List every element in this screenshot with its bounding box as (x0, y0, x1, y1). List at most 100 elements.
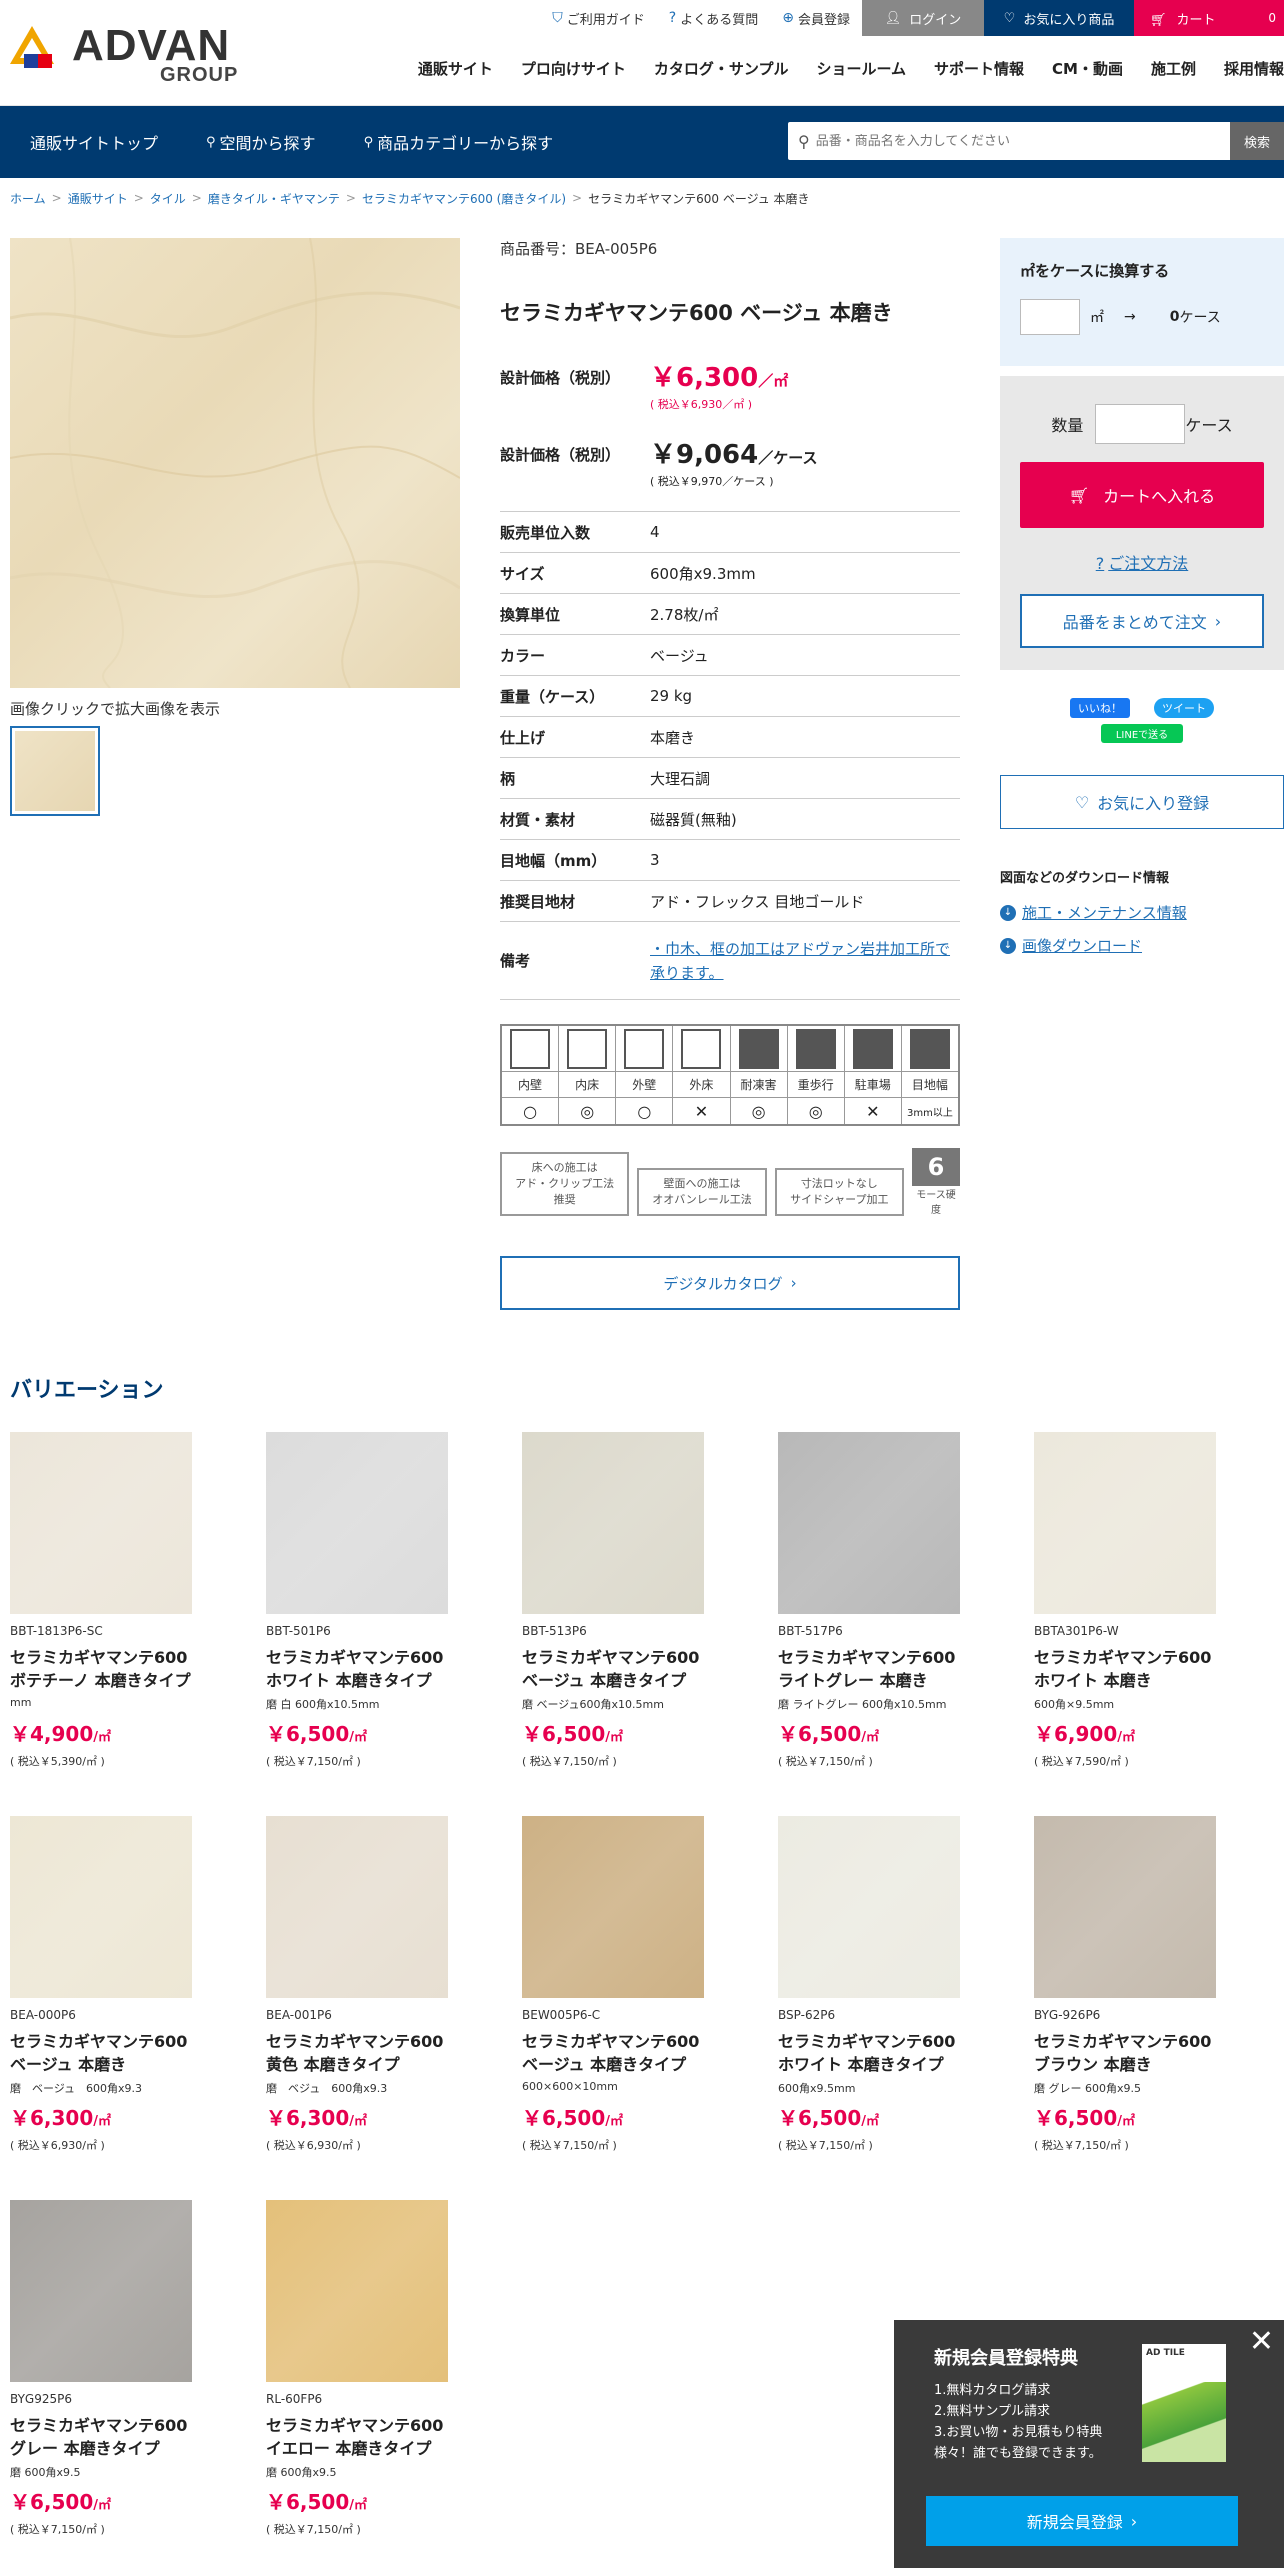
variation-image[interactable] (266, 1816, 448, 1998)
product-info: 商品番号：BEA-005P6 セラミカギヤマンテ600 ベージュ 本磨き 設計価… (500, 238, 960, 1310)
breadcrumb-tile[interactable]: タイル (150, 190, 186, 207)
variation-name[interactable]: セラミカギヤマンテ600 ライトグレー 本磨き (778, 1646, 1018, 1692)
variation-image[interactable] (266, 2200, 448, 2382)
variation-name[interactable]: セラミカギヤマンテ600 ボテチーノ 本磨きタイプ (10, 1646, 250, 1692)
breadcrumb-home[interactable]: ホーム (10, 190, 46, 207)
variation-name[interactable]: セラミカギヤマンテ600 ベージュ 本磨きタイプ (522, 1646, 762, 1692)
nav-item-cases[interactable]: 施工例 (1151, 58, 1196, 79)
variation-card[interactable]: BBT-513P6 セラミカギヤマンテ600 ベージュ 本磨きタイプ磨 ベージュ6… (522, 1432, 762, 1769)
favorites-label: お気に入り商品 (1023, 12, 1115, 28)
nav-item-cm[interactable]: CM・動画 (1052, 58, 1123, 79)
variation-card[interactable]: BBT-517P6 セラミカギヤマンテ600 ライトグレー 本磨き磨 ライトグレー… (778, 1432, 1018, 1769)
variation-image[interactable] (522, 1432, 704, 1614)
variation-name[interactable]: セラミカギヤマンテ600 ベージュ 本磨きタイプ (522, 2030, 762, 2076)
variation-name[interactable]: セラミカギヤマンテ600 黄色 本磨きタイプ (266, 2030, 506, 2076)
variation-image[interactable] (778, 1816, 960, 1998)
guide-link[interactable]: ⛉ ご利用ガイド (540, 0, 657, 36)
variation-name[interactable]: セラミカギヤマンテ600 ブラウン 本磨き (1034, 2030, 1274, 2076)
processing-link[interactable]: ・巾木、框の加工はアドヴァン岩井加工所で承ります。 (650, 940, 950, 982)
variation-card[interactable]: BSP-62P6 セラミカギヤマンテ600 ホワイト 本磨きタイプ 600角x9.5… (778, 1816, 1018, 2153)
spec-row: 推奨目地材 アド・フレックス 目地ゴールド (500, 881, 960, 922)
quantity-label: 数量 (1051, 416, 1084, 435)
register-link[interactable]: ⊕ 会員登録 (770, 0, 862, 36)
variation-card[interactable]: BYG925P6 セラミカギヤマンテ600 グレー 本磨きタイプ磨 600角x9.… (10, 2200, 250, 2537)
variation-card[interactable]: BEA-000P6 セラミカギヤマンテ600 ベージュ 本磨き磨 ベージュ 600… (10, 1816, 250, 2153)
variation-image[interactable] (10, 1816, 192, 1998)
cart-button[interactable]: 🛒︎ カート 0 (1134, 0, 1284, 36)
nav-item-pro[interactable]: プロ向けサイト (521, 58, 626, 79)
digital-catalog-button[interactable]: デジタルカタログ › (500, 1256, 960, 1310)
facebook-like-button[interactable]: いいね！ (1070, 698, 1130, 718)
variation-tax: ( 税込￥6,930/㎡ ) (10, 2139, 105, 2152)
variation-price: ￥6,500/㎡ (10, 2486, 250, 2515)
search-input[interactable] (815, 133, 1230, 149)
variation-card[interactable]: BBTA301P6-W セラミカギヤマンテ600 ホワイト 本磨き 600角×9.5… (1034, 1432, 1274, 1769)
variation-image[interactable] (10, 2200, 192, 2382)
bulk-order-button[interactable]: 品番をまとめて注文 › (1020, 594, 1264, 648)
variation-card[interactable]: RL-60FP6 セラミカギヤマンテ600 イエロー 本磨きタイプ磨 600角x9… (266, 2200, 506, 2537)
variation-image[interactable] (266, 1432, 448, 1614)
variation-name[interactable]: セラミカギヤマンテ600 ホワイト 本磨きタイプ (266, 1646, 506, 1692)
tweet-button[interactable]: ツイート (1154, 698, 1214, 718)
tag-floor-method: 床への施工は アド・クリップ工法推奨 (500, 1152, 630, 1216)
variation-tax: ( 税込￥7,150/㎡ ) (1034, 2139, 1129, 2152)
signup-button[interactable]: 新規会員登録 › (926, 2496, 1238, 2546)
nav-item-showroom[interactable]: ショールーム (816, 58, 906, 79)
usage-icon-box (730, 1026, 787, 1072)
nav-item-catalog[interactable]: カタログ・サンプル (654, 58, 789, 79)
login-button[interactable]: 👤︎ ログイン (862, 0, 984, 36)
variation-code: BSP-62P6 (778, 2008, 836, 2022)
line-share-button[interactable]: LINEで送る (1101, 724, 1183, 743)
variation-card[interactable]: BEW005P6-C セラミカギヤマンテ600 ベージュ 本磨きタイプ 600×60… (522, 1816, 762, 2153)
variation-name[interactable]: セラミカギヤマンテ600 ホワイト 本磨き (1034, 1646, 1274, 1692)
register-label: 会員登録 (797, 12, 850, 28)
breadcrumb-shop[interactable]: 通販サイト (68, 190, 128, 207)
variation-card[interactable]: BYG-926P6 セラミカギヤマンテ600 ブラウン 本磨き磨 グレー 600角… (1034, 1816, 1274, 2153)
add-to-cart-button[interactable]: 🛒︎ カートへ入れる (1020, 462, 1264, 528)
variation-name[interactable]: セラミカギヤマンテ600 ベージュ 本磨き (10, 2030, 250, 2076)
variation-code: BBT-517P6 (778, 1624, 843, 1638)
breadcrumb-polished[interactable]: 磨きタイル・ギヤマンテ (208, 190, 340, 207)
variation-name[interactable]: セラミカギヤマンテ600 ホワイト 本磨きタイプ (778, 2030, 1018, 2076)
variation-tax: ( 税込￥5,390/㎡ ) (10, 1755, 105, 1768)
subnav-category[interactable]: ⚲ 商品カテゴリーから探す (364, 130, 554, 154)
nav-item-shop[interactable]: 通販サイト (418, 58, 493, 79)
variation-name[interactable]: セラミカギヤマンテ600 グレー 本磨きタイプ (10, 2414, 250, 2460)
breadcrumb-sep: > (51, 191, 62, 205)
variation-price-amount: ￥6,300 (266, 2106, 350, 2130)
nav-item-support[interactable]: サポート情報 (934, 58, 1024, 79)
subnav-shop-top[interactable]: 通販サイトトップ (30, 130, 158, 154)
usage-mark-cell: ✕ (845, 1098, 901, 1124)
variation-image[interactable] (522, 1816, 704, 1998)
nav-item-recruit[interactable]: 採用情報 (1224, 58, 1284, 79)
faq-link[interactable]: ? よくある質問 (657, 0, 770, 36)
variation-image[interactable] (778, 1432, 960, 1614)
download-image-link[interactable]: ↓ 画像ダウンロード (1000, 935, 1284, 956)
variation-name[interactable]: セラミカギヤマンテ600 イエロー 本磨きタイプ (266, 2414, 506, 2460)
download-maintenance-link[interactable]: ↓ 施工・メンテナンス情報 (1000, 902, 1284, 923)
add-favorite-button[interactable]: ♡ お気に入り登録 (1000, 775, 1284, 829)
quantity-input[interactable] (1095, 404, 1186, 444)
close-icon[interactable]: ✕ (1249, 2324, 1274, 2359)
spec-value: 2.78枚/㎡ (650, 605, 719, 624)
variation-card[interactable]: BBT-501P6 セラミカギヤマンテ600 ホワイト 本磨きタイプ磨 白 600… (266, 1432, 506, 1769)
variation-image[interactable] (1034, 1816, 1216, 1998)
variation-card[interactable]: BEA-001P6 セラミカギヤマンテ600 黄色 本磨きタイプ磨 ベジュ 600… (266, 1816, 506, 2153)
variation-image[interactable] (1034, 1432, 1216, 1614)
order-method-link[interactable]: ? ご注文方法 (1020, 550, 1264, 574)
favorites-button[interactable]: ♡ お気に入り商品 (984, 0, 1134, 36)
sqm-input[interactable] (1020, 299, 1080, 335)
variation-card[interactable]: BBT-1813P6-SC セラミカギヤマンテ600 ボテチーノ 本磨きタイプ mm… (10, 1432, 250, 1769)
variation-spec: 600角x9.5mm (778, 2082, 856, 2095)
download-icon: ↓ (1000, 937, 1016, 954)
usage-label: 目地幅 (901, 1072, 958, 1098)
usage-label: 外床 (673, 1072, 730, 1098)
product-thumbnail[interactable] (10, 726, 100, 816)
breadcrumb-series[interactable]: セラミカギヤマンテ600 (磨きタイル) (362, 190, 566, 207)
subnav-space[interactable]: ⚲ 空間から探す (206, 130, 316, 154)
variation-image[interactable] (10, 1432, 192, 1614)
spec-row: カラー ベージュ (500, 635, 960, 676)
search-button[interactable]: 検索 (1230, 122, 1284, 160)
advan-logo[interactable]: ADVAN GROUP (10, 24, 250, 86)
product-main-image[interactable] (10, 238, 460, 688)
